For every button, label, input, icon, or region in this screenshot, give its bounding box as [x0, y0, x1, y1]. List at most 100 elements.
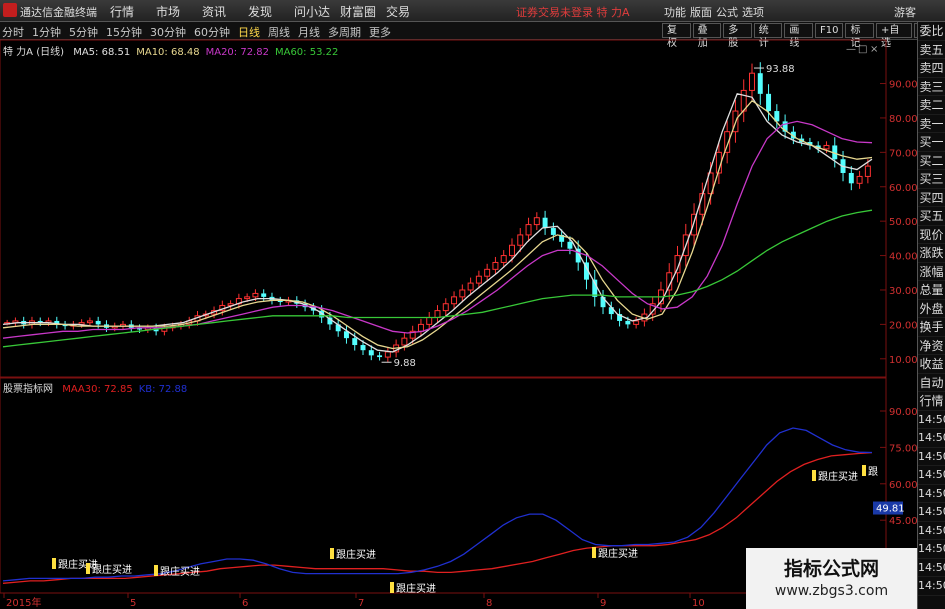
candle-body: [757, 73, 763, 94]
ma-legend-item-2: MA20: 72.82: [205, 47, 269, 58]
candle-body: [517, 234, 524, 246]
signal-marker: [330, 548, 334, 559]
signal-marker: [592, 547, 596, 558]
indicator-legend-item-0: MAA30: 72.85: [62, 384, 133, 395]
sub-y-label: 60.00: [889, 480, 917, 491]
main-y-label: 40.00: [889, 252, 917, 263]
indicator-line-maa30: [2, 451, 873, 584]
candle-body: [95, 320, 101, 325]
candle-body: [533, 217, 540, 226]
maximize-icon[interactable]: □: [858, 44, 867, 55]
indicator-legend: MAA30: 72.85 KB: 72.88: [62, 384, 193, 395]
candle-body: [352, 338, 358, 346]
side-item-27[interactable]: 14:50: [918, 522, 945, 540]
side-item-23[interactable]: 14:50: [918, 448, 945, 466]
candle-body: [360, 345, 366, 351]
main-y-label: 80.00: [889, 114, 917, 125]
close-icon[interactable]: ×: [870, 44, 878, 55]
candle-body: [377, 355, 383, 358]
side-item-12[interactable]: 涨跌: [918, 244, 945, 263]
main-y-label: 60.00: [889, 183, 917, 194]
side-item-1[interactable]: 卖五: [918, 41, 945, 59]
candle-body: [856, 175, 863, 184]
signal-marker: [812, 470, 816, 481]
candle-body: [608, 307, 614, 315]
sub-chart-header: 股票指标网 MAA30: 72.85 KB: 72.88: [3, 380, 199, 395]
main-y-label: 30.00: [889, 286, 917, 297]
candle-body: [86, 320, 93, 324]
signal-label: 跟庄买进: [160, 565, 200, 578]
side-item-18[interactable]: 收益: [918, 355, 945, 374]
side-item-22[interactable]: 14:50: [918, 429, 945, 448]
ma-legend-item-3: MA60: 53.22: [274, 47, 339, 58]
candle-body: [434, 310, 441, 319]
side-item-26[interactable]: 14:50: [918, 503, 945, 522]
signal-label: 跟庄买进: [818, 470, 858, 483]
candle-body: [459, 289, 466, 298]
candle-body: [261, 293, 267, 297]
side-item-9[interactable]: 买四: [918, 189, 945, 207]
x-label: 7: [358, 598, 364, 609]
side-item-4[interactable]: 卖二: [918, 96, 945, 115]
sub-y-label: 90.00: [889, 407, 917, 418]
candle-body: [500, 255, 507, 263]
candle-body: [848, 172, 854, 184]
candle-body: [442, 303, 449, 312]
main-y-label: 20.00: [889, 320, 917, 331]
side-item-16[interactable]: 换手: [918, 318, 945, 337]
candle-body: [567, 241, 573, 249]
signal-label: 跟庄买进: [396, 582, 436, 595]
chart-canvas[interactable]: 90.00 80.00 70.00 60.00 50.00 40.00 30.00 20.00…: [0, 0, 917, 609]
side-item-24[interactable]: 14:50: [918, 466, 945, 485]
indicator-name: 股票指标网: [3, 384, 53, 395]
side-item-28[interactable]: 14:50: [918, 540, 945, 559]
signal-label: 跟庄买进: [92, 563, 132, 576]
minimize-icon[interactable]: —: [846, 44, 856, 55]
candle-body: [384, 351, 391, 358]
main-y-label: 10.00: [889, 355, 917, 366]
candle-body: [509, 244, 515, 257]
main-y-label: 70.00: [889, 148, 917, 159]
side-item-20[interactable]: 行情: [918, 392, 945, 411]
candle-body: [633, 320, 640, 325]
sub-y-label: 45.00: [889, 516, 917, 527]
side-item-3[interactable]: 卖三: [918, 78, 945, 96]
ma-legend: MA5: 68.51 MA10: 68.48 MA20: 72.82 MA60: 53…: [73, 47, 344, 58]
watermark: 指标公式网 www.zbgs3.com: [746, 548, 917, 609]
candle-body: [368, 350, 374, 356]
x-label: 8: [486, 598, 492, 609]
indicator-legend-item-1: KB: 72.88: [138, 384, 188, 395]
candle-body: [492, 261, 499, 270]
signal-label: 跟: [868, 466, 878, 478]
side-item-11[interactable]: 现价: [918, 226, 945, 244]
side-item-19[interactable]: 自动: [918, 374, 945, 392]
side-item-8[interactable]: 买三: [918, 170, 945, 189]
candle-body: [766, 93, 772, 112]
candle-body: [244, 296, 251, 300]
side-item-5[interactable]: 卖一: [918, 115, 945, 133]
signal-label: 跟庄买进: [336, 548, 376, 561]
signal-marker: [52, 558, 56, 569]
side-item-15[interactable]: 外盘: [918, 300, 945, 318]
side-item-30[interactable]: 14:50: [918, 577, 945, 596]
side-item-25[interactable]: 14:50: [918, 485, 945, 503]
side-item-17[interactable]: 净资: [918, 337, 945, 355]
side-item-2[interactable]: 卖四: [918, 59, 945, 78]
side-item-13[interactable]: 涨幅: [918, 263, 945, 281]
candle-body: [525, 224, 532, 236]
side-item-10[interactable]: 买五: [918, 207, 945, 226]
side-item-0[interactable]: 委比: [918, 22, 945, 41]
candle-body: [823, 144, 830, 150]
watermark-title: 指标公式网: [783, 558, 879, 580]
candle-body: [252, 292, 259, 298]
side-item-21[interactable]: 14:50: [918, 411, 945, 429]
panel-controls[interactable]: — □ ×: [846, 44, 878, 55]
candle-body: [426, 317, 433, 325]
candle-body: [451, 296, 458, 305]
side-item-14[interactable]: 总量: [918, 281, 945, 300]
side-item-7[interactable]: 买二: [918, 152, 945, 170]
candle-body: [550, 228, 556, 235]
side-item-29[interactable]: 14:50: [918, 559, 945, 577]
candle-body: [417, 323, 424, 332]
side-item-6[interactable]: 买一: [918, 133, 945, 152]
